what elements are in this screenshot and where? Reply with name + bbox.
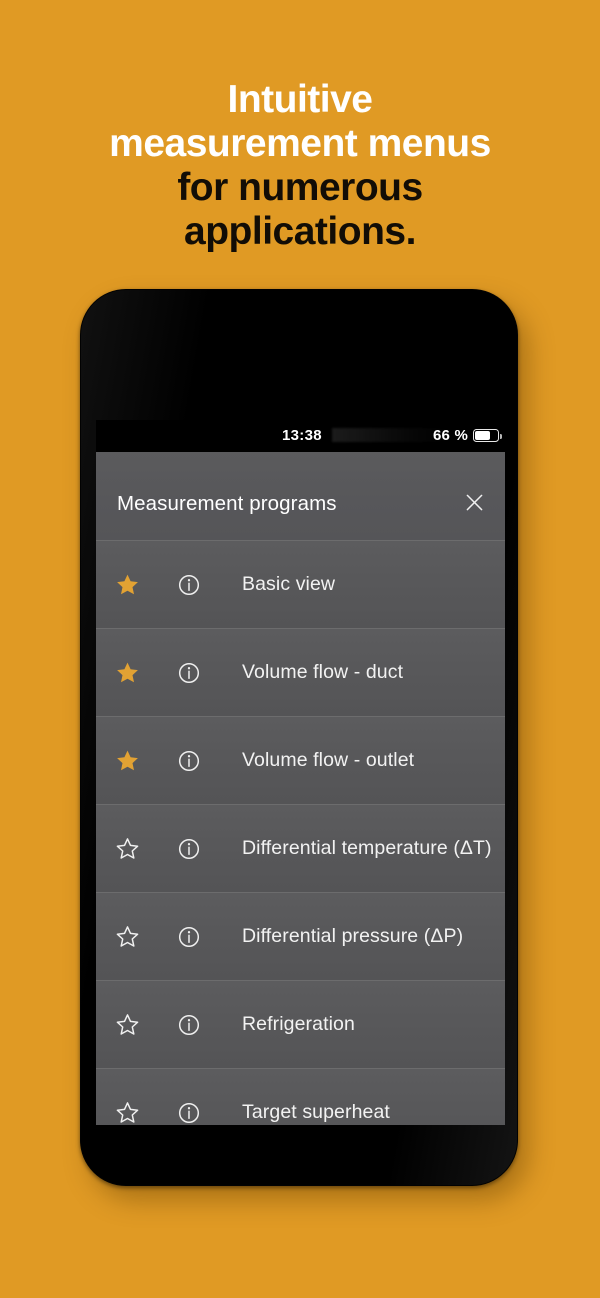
favorite-star-button-active[interactable] [113, 749, 141, 773]
close-icon [466, 494, 482, 510]
info-button[interactable] [176, 574, 202, 596]
list-item[interactable]: Volume flow - outlet [96, 716, 505, 804]
star-outline-icon [116, 925, 138, 947]
headline-line-3: for numerous [177, 166, 423, 209]
headline-line-1: Intuitive [227, 78, 373, 121]
status-bar: 13:38 66 % [96, 420, 505, 452]
star-outline-icon [116, 1101, 138, 1123]
list-item-label: Refrigeration [242, 1013, 355, 1035]
status-battery-group: 66 % [433, 427, 502, 444]
headline-line-4: applications. [184, 210, 416, 253]
info-button[interactable] [176, 750, 202, 772]
info-icon [178, 838, 200, 859]
favorite-star-button[interactable] [113, 1013, 141, 1037]
list-item[interactable]: Differential temperature (ΔT) [96, 804, 505, 892]
info-button[interactable] [176, 662, 202, 684]
favorite-star-button[interactable] [113, 1101, 141, 1125]
battery-fill [475, 431, 490, 440]
info-icon [178, 662, 200, 683]
star-filled-icon [116, 574, 138, 594]
status-time: 13:38 [282, 427, 322, 444]
page-title: Intuitive measurement menus for numerous… [0, 78, 600, 254]
list-item[interactable]: Differential pressure (ΔP) [96, 892, 505, 980]
info-icon [178, 750, 200, 771]
favorite-star-button-active[interactable] [113, 661, 141, 685]
list-item-label: Differential pressure (ΔP) [242, 925, 464, 947]
promo-screenshot: Intuitive measurement menus for numerous… [0, 0, 600, 1298]
list-item[interactable]: Refrigeration [96, 980, 505, 1068]
list-item-label: Basic view [242, 573, 336, 595]
info-icon [178, 926, 200, 947]
info-icon [178, 574, 200, 595]
favorite-star-button[interactable] [113, 925, 141, 949]
star-outline-icon [116, 1013, 138, 1035]
info-button[interactable] [176, 926, 202, 948]
info-icon [178, 1102, 200, 1123]
measurement-program-list[interactable]: Basic view Volume flow - duct Volume flow … [96, 540, 505, 1125]
list-item[interactable]: Target superheat [96, 1068, 505, 1125]
star-filled-icon [116, 662, 138, 682]
star-outline-icon [116, 837, 138, 859]
dialog-header: Measurement programs [96, 452, 505, 540]
info-button[interactable] [176, 838, 202, 860]
list-item-label: Differential temperature (ΔT) [242, 837, 492, 859]
battery-cap [499, 433, 502, 439]
list-item-label: Target superheat [242, 1101, 390, 1123]
battery-icon [473, 429, 502, 442]
phone-screen: 13:38 66 % Measurement programs Basic vi… [96, 420, 505, 1125]
list-item[interactable]: Basic view [96, 540, 505, 628]
list-item[interactable]: Volume flow - duct [96, 628, 505, 716]
favorite-star-button-active[interactable] [113, 573, 141, 597]
favorite-star-button[interactable] [113, 837, 141, 861]
dialog-title: Measurement programs [117, 492, 337, 515]
star-filled-icon [116, 750, 138, 770]
info-icon [178, 1014, 200, 1035]
headline-line-2: measurement menus [109, 122, 491, 165]
close-button[interactable] [458, 486, 490, 518]
info-button[interactable] [176, 1014, 202, 1036]
list-item-label: Volume flow - duct [242, 661, 404, 683]
info-button[interactable] [176, 1102, 202, 1124]
list-item-label: Volume flow - outlet [242, 749, 415, 771]
phone-mockup: 13:38 66 % Measurement programs Basic vi… [80, 289, 518, 1186]
battery-percent-label: 66 % [433, 427, 468, 444]
